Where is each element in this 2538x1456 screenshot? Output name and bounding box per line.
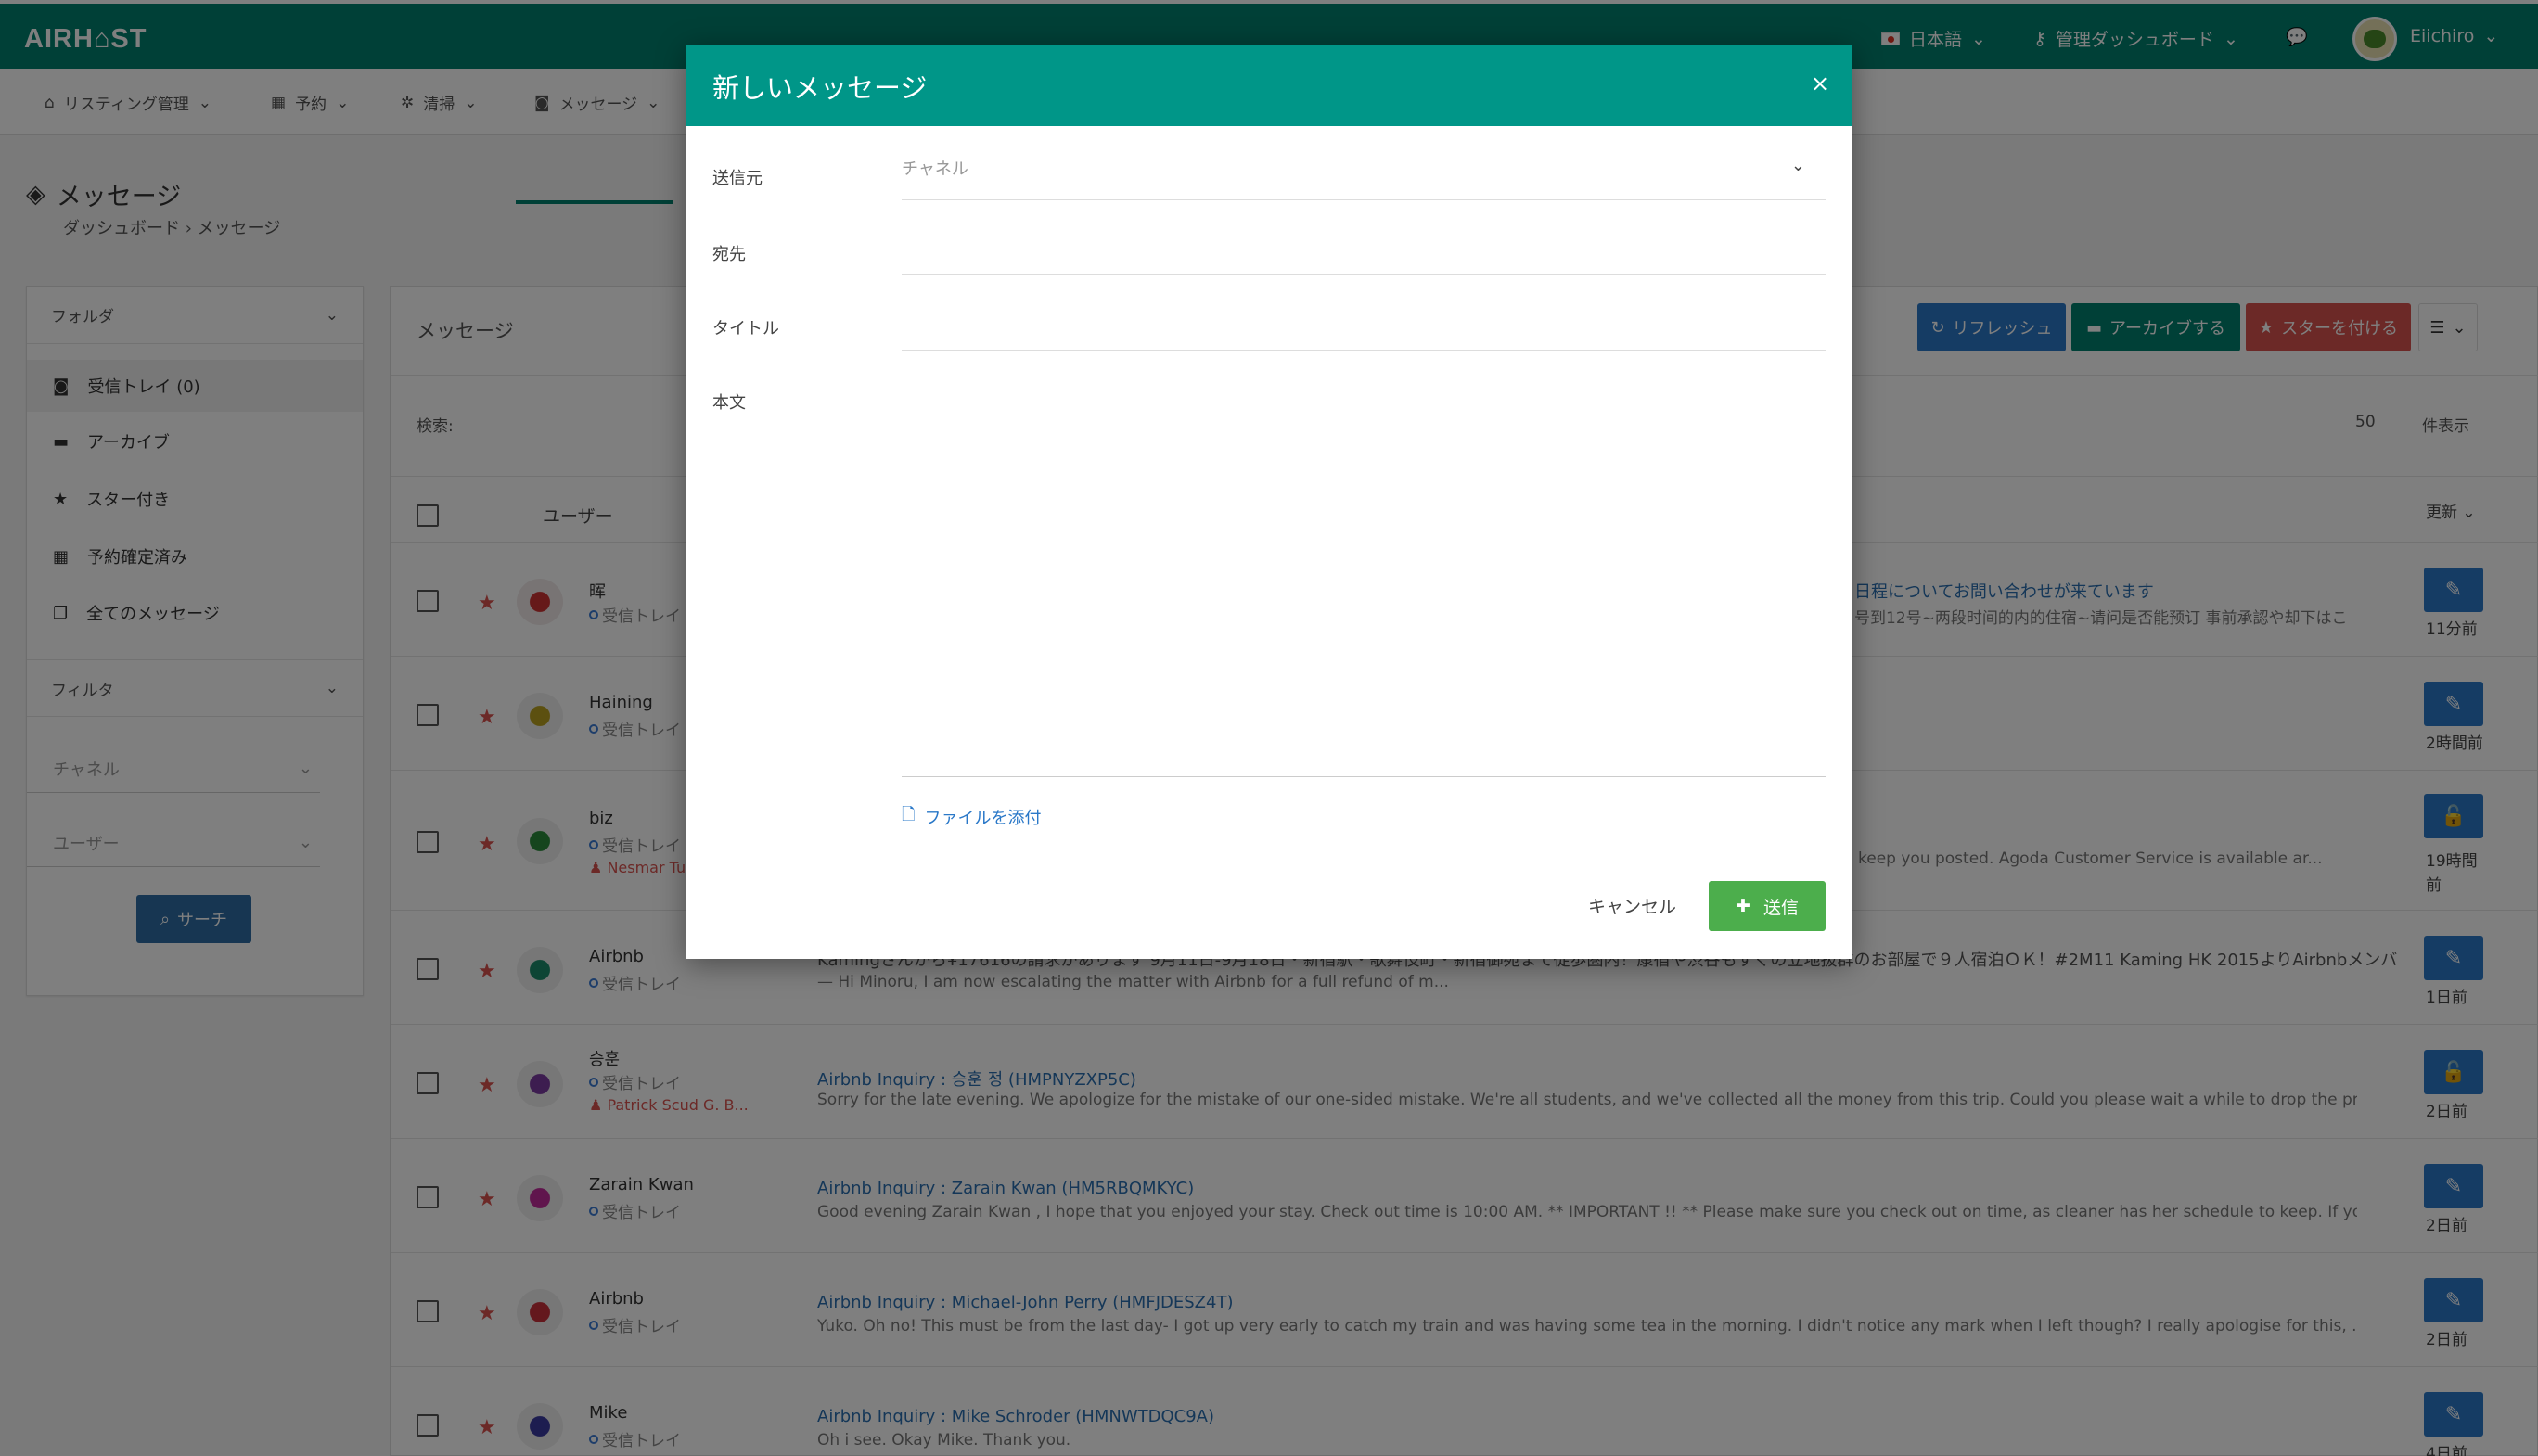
new-message-modal: 新しいメッセージ × 送信元 チャネル ⌄ 宛先 タイトル 本文 🗋 ファイルを… xyxy=(686,45,1852,959)
modal-header: 新しいメッセージ × xyxy=(686,45,1852,126)
title-input[interactable] xyxy=(902,306,1826,351)
attach-file-link[interactable]: 🗋 ファイルを添付 xyxy=(902,803,1041,831)
attach-file-label: ファイルを添付 xyxy=(924,809,1042,828)
send-label: 送信 xyxy=(1762,897,1799,918)
body-label: 本文 xyxy=(712,393,746,413)
body-textarea[interactable] xyxy=(902,388,1826,777)
send-button[interactable]: ✚ 送信 xyxy=(1709,881,1826,931)
chevron-down-icon: ⌄ xyxy=(1790,156,1805,175)
to-input[interactable] xyxy=(902,230,1826,275)
from-select-placeholder: チャネル xyxy=(902,160,968,179)
title-label: タイトル xyxy=(712,319,779,338)
file-add-icon: 🗋 xyxy=(902,805,916,824)
cancel-button[interactable]: キャンセル xyxy=(1588,893,1676,918)
from-select[interactable]: チャネル ⌄ xyxy=(902,156,1826,200)
modal-title: 新しいメッセージ xyxy=(712,72,928,104)
from-label: 送信元 xyxy=(712,169,763,188)
close-icon[interactable]: × xyxy=(1811,70,1829,96)
plus-icon: ✚ xyxy=(1736,896,1750,916)
to-label: 宛先 xyxy=(712,245,746,264)
